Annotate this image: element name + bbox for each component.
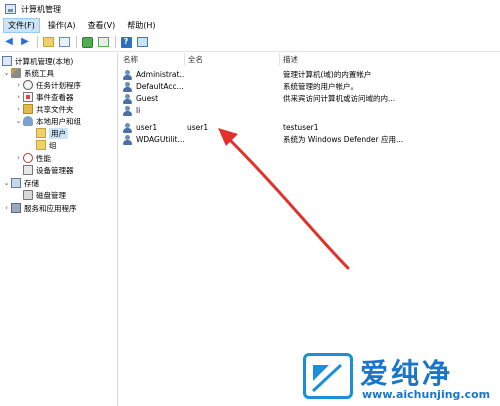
users-group-icon [23, 116, 33, 126]
expand-chevron-icon[interactable]: › [14, 105, 23, 113]
user-name: DefaultAcc... [136, 82, 184, 91]
user-fullname [187, 69, 277, 81]
services-icon [11, 203, 21, 213]
menu-action[interactable]: 操作(A) [44, 19, 80, 32]
expand-chevron-icon[interactable]: › [14, 81, 23, 89]
export-list-icon[interactable] [97, 36, 109, 48]
up-folder-icon[interactable] [42, 36, 54, 48]
watermark: 爱纯净 www.aichunjing.com [300, 350, 496, 404]
help-icon[interactable]: ? [120, 36, 132, 48]
tree-item-storage[interactable]: ⌄ 存储 [2, 177, 39, 189]
expand-chevron-icon[interactable]: › [2, 204, 11, 212]
table-row[interactable]: DefaultAcc... 系统管理的用户帐户。 [120, 81, 500, 93]
computer-management-icon [5, 4, 16, 14]
column-header-description[interactable]: 描述 [280, 53, 500, 66]
table-row[interactable]: li [120, 105, 500, 117]
collapse-chevron-icon[interactable]: ⌄ [2, 179, 11, 187]
table-row[interactable]: Administrat... 管理计算机(域)的内置帐户 [120, 69, 500, 81]
toolbar-separator [37, 36, 38, 48]
storage-icon [11, 178, 21, 188]
device-manager-icon [23, 165, 33, 175]
table-row[interactable]: WDAGUtilit... 系统为 Windows Defender 应用... [120, 134, 500, 146]
tree-item-users[interactable]: 用户 [36, 127, 68, 139]
navigation-tree: 计算机管理(本地) ⌄ 系统工具 › 任务计划程序 › 事件查看器 › 共享文件… [0, 53, 118, 406]
user-description: 系统管理的用户帐户。 [283, 82, 358, 91]
watermark-title: 爱纯净 [360, 357, 454, 390]
user-description: testuser1 [283, 123, 319, 132]
user-icon [123, 123, 132, 133]
title-bar: 计算机管理 [0, 0, 500, 18]
user-icon [123, 82, 132, 92]
user-description: 管理计算机(域)的内置帐户 [283, 70, 372, 79]
toolbar-separator [115, 36, 116, 48]
tools-icon [11, 68, 21, 78]
back-arrow-icon[interactable]: ◀ [3, 36, 15, 48]
tree-item-groups[interactable]: 组 [36, 139, 57, 151]
user-fullname [187, 105, 277, 117]
table-row[interactable]: user1 user1 testuser1 [120, 122, 500, 134]
tree-item-local-users-groups[interactable]: ⌄ 本地用户和组 [14, 115, 81, 127]
event-log-icon [23, 92, 33, 102]
table-row[interactable]: Guest 供来宾访问计算机或访问域的内... [120, 93, 500, 105]
tree-item-root[interactable]: 计算机管理(本地) [2, 55, 73, 67]
tree-item-system-tools[interactable]: ⌄ 系统工具 [2, 67, 54, 79]
user-name: Guest [136, 94, 159, 103]
user-icon [123, 106, 132, 116]
column-header-fullname[interactable]: 全名 [185, 53, 280, 66]
show-tree-icon[interactable] [58, 36, 70, 48]
performance-icon [23, 153, 33, 163]
computer-icon [2, 56, 12, 66]
user-fullname [187, 93, 277, 105]
menu-help[interactable]: 帮助(H) [123, 19, 159, 32]
tree-item-task-scheduler[interactable]: › 任务计划程序 [14, 79, 81, 91]
user-name: WDAGUtilit... [136, 135, 185, 144]
user-fullname [187, 134, 277, 146]
watermark-url: www.aichunjing.com [362, 388, 491, 401]
user-name: user1 [136, 123, 158, 132]
toolbar-separator [76, 36, 77, 48]
menu-view[interactable]: 查看(V) [84, 19, 120, 32]
tree-item-performance[interactable]: › 性能 [14, 152, 51, 164]
show-action-pane-icon[interactable] [136, 36, 148, 48]
tree-item-services-apps[interactable]: › 服务和应用程序 [2, 202, 77, 214]
user-description [283, 105, 498, 117]
clock-icon [23, 80, 33, 90]
tree-item-shared-folders[interactable]: › 共享文件夹 [14, 103, 74, 115]
collapse-chevron-icon[interactable]: ⌄ [2, 69, 11, 77]
window-title: 计算机管理 [21, 4, 61, 14]
user-icon [123, 135, 132, 145]
folder-icon [36, 128, 46, 138]
user-fullname: user1 [187, 123, 209, 132]
user-fullname [187, 81, 277, 93]
user-icon [123, 94, 132, 104]
list-header: 名称 全名 描述 [120, 53, 500, 66]
refresh-icon[interactable] [81, 36, 93, 48]
menu-bar: 文件(F) 操作(A) 查看(V) 帮助(H) [0, 17, 500, 33]
tree-item-event-viewer[interactable]: › 事件查看器 [14, 91, 74, 103]
disk-icon [23, 190, 33, 200]
expand-chevron-icon[interactable]: › [14, 154, 23, 162]
menu-file[interactable]: 文件(F) [3, 17, 40, 33]
user-name: li [136, 106, 141, 115]
user-name: Administrat... [136, 70, 185, 79]
toolbar: ◀ ▶ ? [0, 33, 500, 52]
expand-chevron-icon[interactable]: › [14, 93, 23, 101]
user-description: 供来宾访问计算机或访问域的内... [283, 94, 396, 103]
watermark-logo-icon [303, 353, 353, 399]
tree-item-disk-management[interactable]: 磁盘管理 [23, 189, 66, 201]
collapse-chevron-icon[interactable]: ⌄ [14, 117, 23, 125]
tree-item-device-manager[interactable]: 设备管理器 [14, 164, 74, 176]
shared-folder-icon [23, 104, 33, 114]
folder-icon [36, 140, 46, 150]
column-header-name[interactable]: 名称 [120, 53, 185, 66]
user-description: 系统为 Windows Defender 应用... [283, 135, 404, 144]
user-icon [123, 70, 132, 80]
forward-arrow-icon[interactable]: ▶ [19, 36, 31, 48]
